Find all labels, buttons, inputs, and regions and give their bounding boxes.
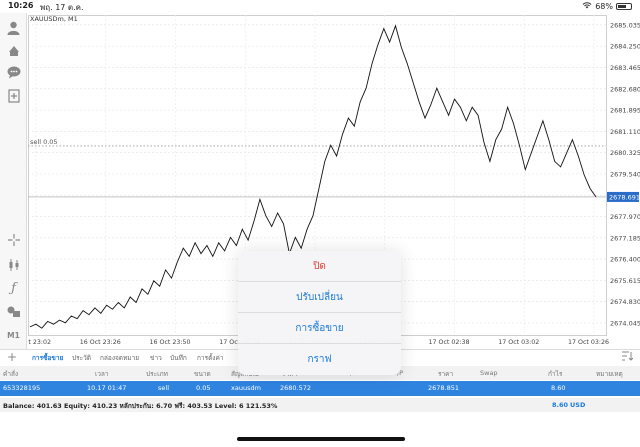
- wifi-icon: [582, 1, 592, 11]
- cell-price: 2680.572: [280, 384, 312, 392]
- table-row[interactable]: 653328195 10.17 01:47 sell 0.05 xauusdm …: [0, 381, 640, 396]
- y-tick-label: 2674.830: [610, 298, 640, 306]
- col-order: คำสั่ง: [3, 370, 19, 378]
- y-tick-label: 2683.465: [610, 64, 640, 72]
- balance-text: Balance: 401.63 Equity: 410.23 หลักประกั…: [3, 402, 278, 410]
- col-time: เวลา: [95, 370, 109, 378]
- y-tick-label: 2675.615: [610, 277, 640, 285]
- current-price-label: 2678.691: [609, 193, 640, 201]
- tab-trade[interactable]: การซื้อขาย: [32, 353, 63, 363]
- y-tick-label: 2682.680: [610, 85, 640, 93]
- battery-icon: [616, 2, 632, 10]
- col-profit: กำไร: [548, 370, 563, 378]
- y-tick-label: 2676.400: [610, 256, 640, 264]
- battery-percent: 68%: [595, 1, 613, 11]
- col-type: ประเภท: [146, 370, 168, 378]
- left-toolbar: ƒ M1: [0, 13, 27, 349]
- tab-news[interactable]: ข่าว: [150, 353, 162, 363]
- y-tick-label: 2674.045: [610, 319, 640, 327]
- y-tick-label: 2679.540: [610, 170, 640, 178]
- col-current-price: ราคา: [438, 370, 454, 378]
- tab-history[interactable]: ประวัติ: [72, 353, 91, 363]
- order-line-label: sell 0.05: [30, 138, 58, 146]
- cell-order: 653328195: [3, 384, 41, 392]
- y-tick-label: 2685.035: [610, 21, 640, 29]
- home-indicator[interactable]: [237, 437, 405, 441]
- chart-button[interactable]: กราฟ: [238, 344, 401, 375]
- tab-settings[interactable]: การตั้งค่า: [197, 353, 223, 363]
- add-icon[interactable]: +: [7, 350, 17, 364]
- trade-button[interactable]: การซื้อขาย: [238, 313, 401, 344]
- x-tick-label: 16 Oct 23:02: [28, 339, 51, 346]
- objects-icon[interactable]: [5, 303, 22, 320]
- status-bar: 10:26 พฤ. 17 ต.ค. 68%: [0, 0, 640, 12]
- col-swap: Swap: [480, 369, 498, 377]
- modify-order-button[interactable]: ปรับเปลี่ยน: [238, 282, 401, 313]
- sort-icon[interactable]: [621, 351, 634, 364]
- x-tick-label: 17 Oct 03:26: [568, 339, 609, 346]
- cell-time: 10.17 01:47: [87, 384, 127, 392]
- currency-label: USD: [570, 401, 586, 409]
- x-tick-label: 16 Oct 23:26: [80, 339, 121, 346]
- candlestick-icon[interactable]: [5, 256, 22, 273]
- y-tick-label: 2680.325: [610, 149, 640, 157]
- trade-arrows-icon[interactable]: [5, 41, 22, 58]
- x-tick-label: 16 Oct 23:50: [150, 339, 191, 346]
- order-action-sheet: ปิด ปรับเปลี่ยน การซื้อขาย กราฟ: [238, 251, 401, 375]
- balance-row: Balance: 401.63 Equity: 410.23 หลักประกั…: [0, 398, 640, 412]
- y-tick-label: 2684.250: [610, 43, 640, 51]
- function-icon[interactable]: ƒ: [5, 280, 22, 297]
- crosshair-icon[interactable]: [5, 231, 22, 248]
- cell-current-price: 2678.851: [428, 384, 460, 392]
- account-icon[interactable]: [5, 19, 22, 36]
- cell-volume: 0.05: [196, 384, 211, 392]
- status-right: 68%: [582, 1, 632, 11]
- y-tick-label: 2677.970: [610, 213, 640, 221]
- col-volume: ขนาด: [194, 370, 211, 378]
- x-tick-label: 17 Oct 02:38: [429, 339, 470, 346]
- y-tick-label: 2677.185: [610, 234, 640, 242]
- chart-symbol: XAUUSDm, M1: [30, 15, 78, 23]
- chat-icon[interactable]: [5, 64, 22, 81]
- status-time: 10:26: [8, 1, 34, 10]
- tab-mailbox[interactable]: กล่องจดหมาย: [100, 353, 139, 363]
- col-comment: หมายเหตุ: [596, 370, 623, 378]
- x-tick-label: 17 Oct 03:02: [498, 339, 539, 346]
- y-tick-label: 2681.110: [610, 128, 640, 136]
- cell-symbol: xauusdm: [231, 384, 261, 392]
- tab-journal[interactable]: บันทึก: [170, 353, 187, 363]
- cell-profit: 8.60: [551, 384, 566, 392]
- y-tick-label: 2681.895: [610, 107, 640, 115]
- total-profit: 8.60: [552, 401, 569, 409]
- new-order-icon[interactable]: [5, 87, 22, 104]
- timeframe-button[interactable]: M1: [5, 327, 22, 344]
- close-order-button[interactable]: ปิด: [238, 251, 401, 282]
- cell-type: sell: [158, 384, 169, 392]
